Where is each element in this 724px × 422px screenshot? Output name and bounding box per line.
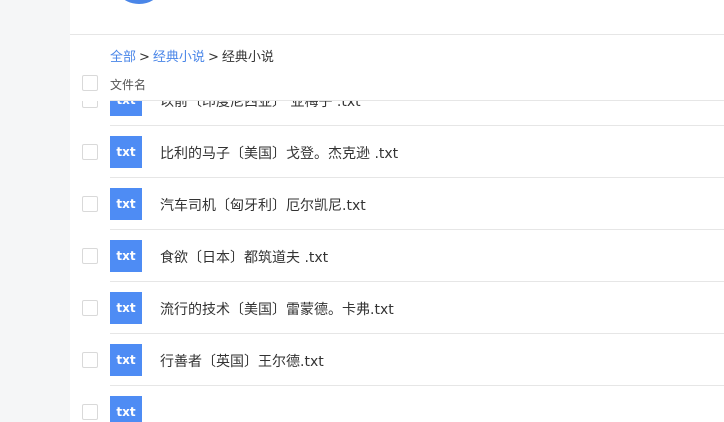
file-row[interactable]: txt 以前〔印度尼西亚〕 亚梅子 .txt (70, 101, 724, 126)
row-checkbox[interactable] (82, 144, 98, 160)
file-panel: 全部>经典小说>经典小说 文件名 txt以前〔印度尼西亚〕 亚梅子 .txttx… (70, 0, 724, 422)
txt-file-icon: txt (110, 292, 142, 324)
txt-file-icon: txt (110, 101, 142, 116)
file-name-link[interactable]: 汽车司机〔匈牙利〕厄尔凯尼.txt (160, 195, 366, 215)
breadcrumb-separator: > (207, 50, 219, 65)
file-row[interactable]: txt 食欲〔日本〕都筑道夫 .txt (70, 230, 724, 282)
file-name-link[interactable]: 流行的技术〔美国〕雷蒙德。卡弗.txt (160, 299, 394, 319)
file-row[interactable]: txt (70, 386, 724, 422)
breadcrumb-separator: > (139, 50, 150, 65)
file-name-link[interactable]: 食欲〔日本〕都筑道夫 .txt (160, 247, 328, 267)
file-name-link[interactable]: 比利的马子〔美国〕戈登。杰克逊 .txt (160, 143, 398, 163)
row-checkbox[interactable] (82, 404, 98, 420)
header-divider (70, 34, 724, 35)
column-header-filename[interactable]: 文件名 (110, 76, 146, 93)
txt-file-icon: txt (110, 344, 142, 376)
txt-file-icon: txt (110, 240, 142, 272)
row-checkbox[interactable] (82, 248, 98, 264)
file-name-link[interactable]: 行善者〔英国〕王尔德.txt (160, 351, 324, 371)
breadcrumb-root-link[interactable]: 全部 (110, 50, 136, 65)
file-row[interactable]: txt 流行的技术〔美国〕雷蒙德。卡弗.txt (70, 282, 724, 334)
file-list: txt 以前〔印度尼西亚〕 亚梅子 .txt txt 比利的马子〔美国〕戈登。杰克逊 … (70, 101, 724, 422)
select-all-checkbox[interactable] (82, 75, 98, 91)
left-gutter (0, 0, 70, 422)
row-checkbox[interactable] (82, 352, 98, 368)
logo-icon (112, 0, 166, 10)
file-row[interactable]: txt 行善者〔英国〕王尔德.txt (70, 334, 724, 386)
breadcrumb-parent-link[interactable]: 经典小说 (153, 50, 205, 65)
file-row[interactable]: txt 汽车司机〔匈牙利〕厄尔凯尼.txt (70, 178, 724, 230)
txt-file-icon: txt (110, 188, 142, 220)
breadcrumb: 全部 > 经典小说 > 经典小说 (110, 46, 274, 65)
txt-file-icon: txt (110, 396, 142, 422)
file-row[interactable]: txt 比利的马子〔美国〕戈登。杰克逊 .txt (70, 126, 724, 178)
row-checkbox[interactable] (82, 101, 98, 108)
row-checkbox[interactable] (82, 300, 98, 316)
page: 全部>经典小说>经典小说 文件名 txt以前〔印度尼西亚〕 亚梅子 .txttx… (0, 0, 724, 422)
breadcrumb-current: 经典小说 (221, 50, 274, 65)
txt-file-icon: txt (110, 136, 142, 168)
row-checkbox[interactable] (82, 196, 98, 212)
file-name-link[interactable]: 以前〔印度尼西亚〕 亚梅子 .txt (160, 101, 361, 111)
